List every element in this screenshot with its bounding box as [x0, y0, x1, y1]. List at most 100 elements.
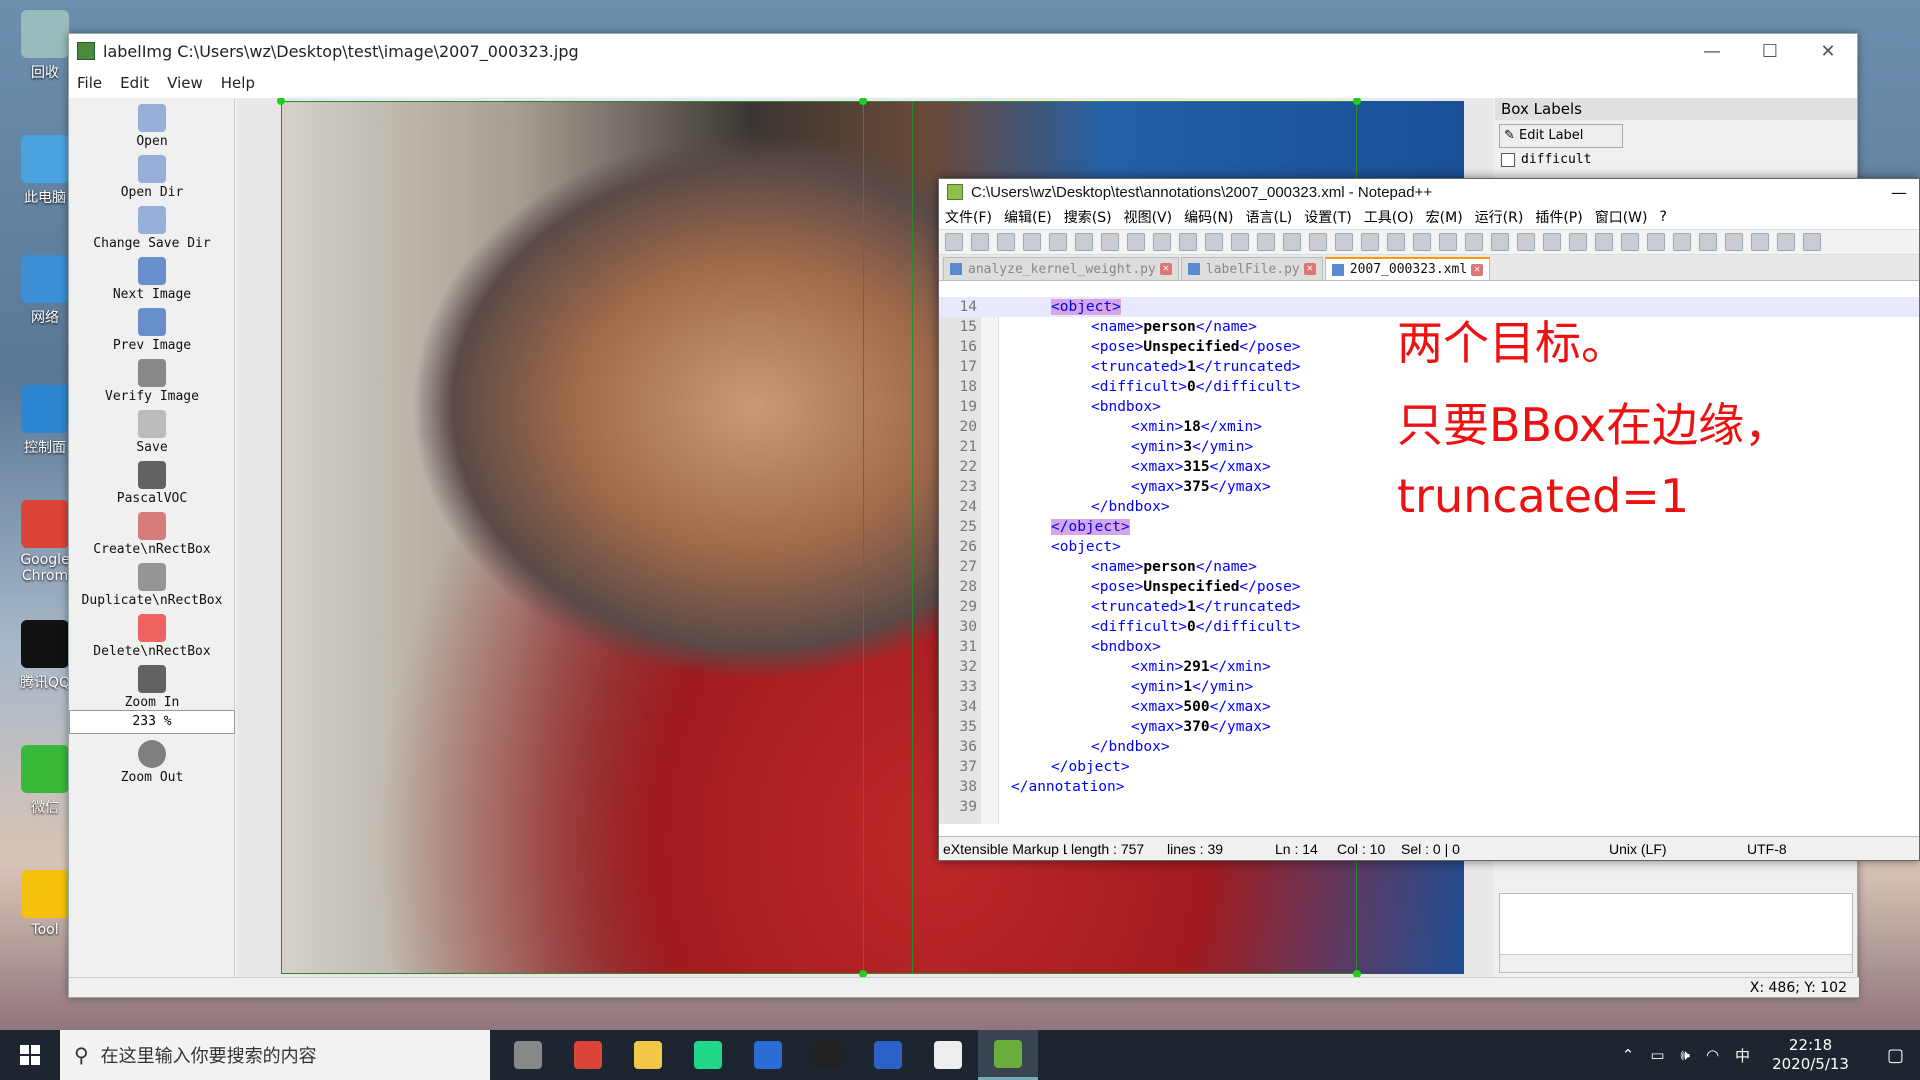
menu-item-edit[interactable]: Edit — [120, 74, 149, 92]
toolbar-button-save[interactable]: Save — [69, 410, 235, 455]
npp-menu-item[interactable]: 视图(V) — [1124, 207, 1173, 227]
minimize-icon[interactable]: — — [1683, 41, 1741, 62]
npp-toolbar-icon[interactable] — [1387, 233, 1405, 251]
npp-toolbar-icon[interactable] — [1127, 233, 1145, 251]
npp-toolbar-icon[interactable] — [1725, 233, 1743, 251]
toolbar-button-verify-image[interactable]: Verify Image — [69, 359, 235, 404]
npp-toolbar-icon[interactable] — [1361, 233, 1379, 251]
npp-toolbar-icon[interactable] — [1231, 233, 1249, 251]
label-list[interactable] — [1499, 893, 1853, 973]
toolbar-button-prev-image[interactable]: Prev Image — [69, 308, 235, 353]
npp-toolbar-icon[interactable] — [1647, 233, 1665, 251]
toolbar-button-delete-nrectbox[interactable]: Delete\nRectBox — [69, 614, 235, 659]
npp-toolbar-icon[interactable] — [1751, 233, 1769, 251]
taskbar-app[interactable] — [858, 1030, 918, 1080]
close-tab-icon[interactable]: ✕ — [1159, 263, 1172, 275]
npp-toolbar-icon[interactable] — [1699, 233, 1717, 251]
toolbar-button-create-nrectbox[interactable]: Create\nRectBox — [69, 512, 235, 557]
taskbar-app[interactable] — [918, 1030, 978, 1080]
zoom-value-field[interactable]: 233 % — [69, 710, 235, 734]
npp-toolbar-icon[interactable] — [1335, 233, 1353, 251]
npp-menu-item[interactable]: 文件(F) — [945, 207, 992, 227]
npp-toolbar-icon[interactable] — [1023, 233, 1041, 251]
npp-toolbar-icon[interactable] — [1673, 233, 1691, 251]
npp-menu-item[interactable]: 编辑(E) — [1004, 207, 1052, 227]
difficult-checkbox[interactable]: difficult — [1495, 152, 1857, 167]
npp-tab[interactable]: 2007_000323.xml ✕ — [1324, 257, 1491, 280]
npp-menu-item[interactable]: 语言(L) — [1246, 207, 1293, 227]
npp-toolbar-icon[interactable] — [1777, 233, 1795, 251]
network-icon[interactable]: ◠ — [1706, 1046, 1719, 1064]
toolbar-button-zoom-in[interactable]: Zoom In — [69, 665, 235, 710]
menu-item-view[interactable]: View — [167, 74, 203, 92]
taskbar-app[interactable] — [678, 1030, 738, 1080]
npp-toolbar-icon[interactable] — [971, 233, 989, 251]
toolbar-button-zoom-out[interactable]: Zoom Out — [69, 740, 235, 785]
taskbar-app[interactable] — [978, 1030, 1038, 1080]
notification-icon[interactable]: ▢ — [1887, 1045, 1904, 1066]
npp-toolbar-icon[interactable] — [1439, 233, 1457, 251]
toolbar-button-next-image[interactable]: Next Image — [69, 257, 235, 302]
npp-toolbar-icon[interactable] — [1309, 233, 1327, 251]
npp-menu-item[interactable]: 设置(T) — [1304, 207, 1351, 227]
toolbar-button-change-save-dir[interactable]: Change Save Dir — [69, 206, 235, 251]
npp-toolbar-icon[interactable] — [1179, 233, 1197, 251]
npp-toolbar-icon[interactable] — [1101, 233, 1119, 251]
menu-item-help[interactable]: Help — [221, 74, 255, 92]
npp-toolbar-icon[interactable] — [1257, 233, 1275, 251]
npp-toolbar-icon[interactable] — [1049, 233, 1067, 251]
npp-toolbar-icon[interactable] — [1543, 233, 1561, 251]
start-button[interactable] — [0, 1030, 60, 1080]
npp-toolbar-icon[interactable] — [1491, 233, 1509, 251]
taskbar-app[interactable] — [618, 1030, 678, 1080]
close-tab-icon[interactable]: ✕ — [1303, 263, 1316, 275]
npp-menu-item[interactable]: 搜索(S) — [1064, 207, 1112, 227]
npp-toolbar-icon[interactable] — [1205, 233, 1223, 251]
close-tab-icon[interactable]: ✕ — [1471, 263, 1484, 276]
npp-toolbar-icon[interactable] — [1621, 233, 1639, 251]
npp-toolbar-icon[interactable] — [1153, 233, 1171, 251]
npp-menu-item[interactable]: 窗口(W) — [1595, 207, 1648, 227]
maximize-icon[interactable]: ☐ — [1741, 41, 1799, 62]
npp-toolbar-icon[interactable] — [1569, 233, 1587, 251]
taskbar-app[interactable] — [738, 1030, 798, 1080]
npp-tab[interactable]: analyze_kernel_weight.py ✕ — [943, 257, 1179, 280]
npp-menu-item[interactable]: 插件(P) — [1535, 207, 1582, 227]
desktop-icon-label: Google Chrom — [20, 552, 70, 584]
horizontal-scrollbar[interactable] — [1500, 954, 1852, 972]
npp-toolbar-icon[interactable] — [1075, 233, 1093, 251]
npp-toolbar-icon[interactable] — [1283, 233, 1301, 251]
npp-menu-item[interactable]: 运行(R) — [1475, 207, 1524, 227]
battery-icon[interactable]: ▭ — [1650, 1046, 1664, 1064]
clock[interactable]: 22:18 2020/5/13 — [1772, 1036, 1849, 1074]
toolbar-button-pascalvoc[interactable]: PascalVOC — [69, 461, 235, 506]
npp-menu-item[interactable]: ? — [1660, 209, 1667, 225]
minimize-icon[interactable]: — — [1879, 183, 1919, 202]
toolbar-button-open-dir[interactable]: Open Dir — [69, 155, 235, 200]
volume-icon[interactable]: 🕪 — [1681, 1046, 1690, 1064]
edit-label-button[interactable]: ✎ Edit Label — [1499, 124, 1623, 148]
npp-toolbar-icon[interactable] — [1465, 233, 1483, 251]
toolbar-button-open[interactable]: Open — [69, 104, 235, 149]
npp-menu-item[interactable]: 编码(N) — [1184, 207, 1233, 227]
npp-toolbar-icon[interactable] — [1517, 233, 1535, 251]
toolbar-button-duplicate-nrectbox[interactable]: Duplicate\nRectBox — [69, 563, 235, 608]
npp-toolbar-icon[interactable] — [945, 233, 963, 251]
bounding-box-1[interactable] — [281, 101, 913, 974]
taskbar-app[interactable] — [798, 1030, 858, 1080]
npp-menu-item[interactable]: 宏(M) — [1426, 207, 1463, 227]
npp-toolbar-icon[interactable] — [997, 233, 1015, 251]
taskbar-app[interactable] — [558, 1030, 618, 1080]
npp-toolbar-icon[interactable] — [1413, 233, 1431, 251]
ime-indicator[interactable]: 中 — [1735, 1045, 1750, 1066]
npp-tab[interactable]: labelFile.py ✕ — [1180, 257, 1323, 280]
chevron-up-icon[interactable]: ⌃ — [1622, 1046, 1635, 1064]
npp-menu-item[interactable]: 工具(O) — [1364, 207, 1414, 227]
taskbar-app[interactable] — [498, 1030, 558, 1080]
npp-toolbar-icon[interactable] — [1803, 233, 1821, 251]
close-icon[interactable]: ✕ — [1799, 41, 1857, 62]
menu-item-file[interactable]: File — [77, 74, 102, 92]
npp-toolbar-icon[interactable] — [1595, 233, 1613, 251]
taskbar-search[interactable]: ⚲ 在这里输入你要搜索的内容 — [60, 1030, 490, 1080]
code-editor[interactable]: 14 <object> 15 <name>person</name> 16 <pose>U… — [939, 297, 1919, 824]
